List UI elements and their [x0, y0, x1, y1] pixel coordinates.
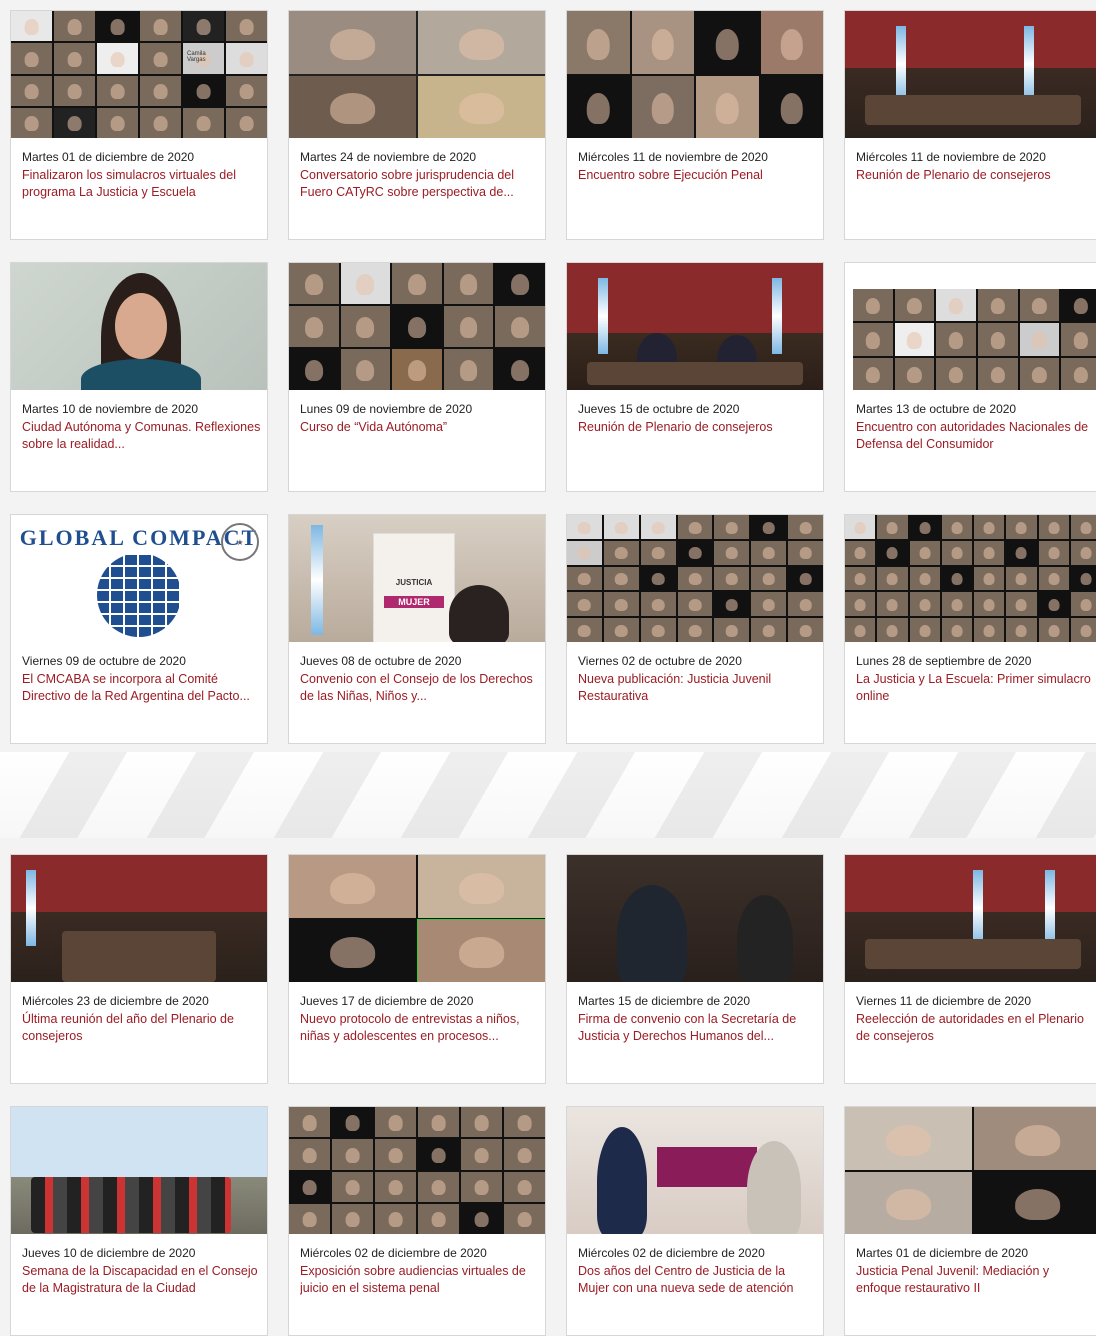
news-card[interactable]: Miércoles 23 de diciembre de 2020 Última…: [10, 854, 268, 1084]
news-date: Miércoles 02 de diciembre de 2020: [578, 1246, 765, 1260]
news-card[interactable]: JUSTICIA MUJER Jueves 08 de octubre de 20…: [288, 514, 546, 744]
news-card[interactable]: Camila Vargas Martes 01 de diciembre de …: [10, 10, 268, 240]
news-card[interactable]: Jueves 15 de octubre de 2020 Reunión de …: [566, 262, 824, 492]
news-title-link[interactable]: Exposición sobre audiencias virtuales de…: [300, 1263, 539, 1297]
news-date: Martes 24 de noviembre de 2020: [300, 150, 477, 164]
news-card[interactable]: Martes 15 de diciembre de 2020 Firma de …: [566, 854, 824, 1084]
video-call-thumbnail: [845, 1107, 1096, 1234]
signing-photo: JUSTICIA MUJER: [289, 515, 545, 642]
news-title-link[interactable]: Finalizaron los simulacros virtuales del…: [22, 167, 261, 201]
participant-name-label: Camila Vargas: [187, 51, 206, 64]
news-title-link[interactable]: Reunión de Plenario de consejeros: [856, 167, 1095, 184]
video-call-thumbnail: [289, 1107, 545, 1234]
news-card[interactable]: Martes 01 de diciembre de 2020 Justicia …: [844, 1106, 1096, 1336]
meeting-room-photo: [845, 855, 1096, 982]
news-title-link[interactable]: El CMCABA se incorpora al Comité Directi…: [22, 671, 261, 705]
news-title-link[interactable]: Curso de “Vida Autónoma”: [300, 419, 539, 436]
news-date: Lunes 09 de noviembre de 2020: [300, 402, 473, 416]
news-title-link[interactable]: Reunión de Plenario de consejeros: [578, 419, 817, 436]
news-card[interactable]: Viernes 11 de diciembre de 2020 Reelecci…: [844, 854, 1096, 1084]
global-compact-logo: GLOBAL COMPACT ★: [11, 515, 267, 642]
news-date: Miércoles 11 de noviembre de 2020: [578, 150, 768, 164]
news-card[interactable]: Miércoles 11 de noviembre de 2020 Encuen…: [566, 10, 824, 240]
news-card[interactable]: Miércoles 02 de diciembre de 2020 Exposi…: [288, 1106, 546, 1336]
news-title-link[interactable]: Nuevo protocolo de entrevistas a niños, …: [300, 1011, 539, 1045]
news-card[interactable]: Viernes 02 de octubre de 2020 Nueva publ…: [566, 514, 824, 744]
news-card[interactable]: Miércoles 11 de noviembre de 2020 Reunió…: [844, 10, 1096, 240]
news-date: Martes 10 de noviembre de 2020: [22, 402, 199, 416]
banner-badge: MUJER: [384, 596, 444, 608]
signing-photo: [567, 855, 823, 982]
news-date: Miércoles 02 de diciembre de 2020: [300, 1246, 487, 1260]
video-call-thumbnail: [289, 263, 545, 390]
news-title-link[interactable]: Conversatorio sobre jurisprudencia del F…: [300, 167, 539, 201]
video-call-thumbnail: Camila Vargas: [11, 11, 267, 138]
video-call-thumbnail: [289, 855, 545, 982]
video-call-thumbnail: [567, 11, 823, 138]
news-title-link[interactable]: Ciudad Autónoma y Comunas. Reflexiones s…: [22, 419, 261, 453]
news-title-link[interactable]: Dos años del Centro de Justicia de la Mu…: [578, 1263, 817, 1297]
news-date: Viernes 11 de diciembre de 2020: [856, 994, 1032, 1008]
video-call-thumbnail: [289, 11, 545, 138]
news-date: Martes 15 de diciembre de 2020: [578, 994, 751, 1008]
news-date: Miércoles 23 de diciembre de 2020: [22, 994, 209, 1008]
news-date: Miércoles 11 de noviembre de 2020: [856, 150, 1046, 164]
news-title-link[interactable]: Encuentro con autoridades Nacionales de …: [856, 419, 1095, 453]
news-card[interactable]: Martes 13 de octubre de 2020 Encuentro c…: [844, 262, 1096, 492]
news-title-link[interactable]: Encuentro sobre Ejecución Penal: [578, 167, 817, 184]
news-card[interactable]: Jueves 17 de diciembre de 2020 Nuevo pro…: [288, 854, 546, 1084]
news-date: Martes 01 de diciembre de 2020: [22, 150, 195, 164]
banner-label: JUSTICIA: [395, 578, 433, 587]
news-date: Martes 13 de octubre de 2020: [856, 402, 1017, 416]
news-card[interactable]: Miércoles 02 de diciembre de 2020 Dos añ…: [566, 1106, 824, 1336]
meeting-room-photo: [11, 855, 267, 982]
speaker-photo: [11, 263, 267, 390]
news-date: Jueves 17 de diciembre de 2020: [300, 994, 474, 1008]
ribbon-cutting-photo: [567, 1107, 823, 1234]
news-title-link[interactable]: La Justicia y La Escuela: Primer simulac…: [856, 671, 1095, 705]
news-card[interactable]: Lunes 09 de noviembre de 2020 Curso de “…: [288, 262, 546, 492]
outdoor-group-photo: [11, 1107, 267, 1234]
news-card[interactable]: Martes 10 de noviembre de 2020 Ciudad Au…: [10, 262, 268, 492]
meeting-room-photo: [567, 263, 823, 390]
news-date: Viernes 02 de octubre de 2020: [578, 654, 742, 668]
news-card[interactable]: Jueves 10 de diciembre de 2020 Semana de…: [10, 1106, 268, 1336]
news-title-link[interactable]: Reelección de autoridades en el Plenario…: [856, 1011, 1095, 1045]
news-date: Jueves 15 de octubre de 2020: [578, 402, 740, 416]
news-title-link[interactable]: Convenio con el Consejo de los Derechos …: [300, 671, 539, 705]
news-title-link[interactable]: Última reunión del año del Plenario de c…: [22, 1011, 261, 1045]
news-title-link[interactable]: Justicia Penal Juvenil: Mediación y enfo…: [856, 1263, 1095, 1297]
news-title-link[interactable]: Firma de convenio con la Secretaría de J…: [578, 1011, 817, 1045]
meeting-room-photo: [845, 11, 1096, 138]
news-date: Viernes 09 de octubre de 2020: [22, 654, 186, 668]
video-call-thumbnail: [845, 515, 1096, 642]
news-card[interactable]: Lunes 28 de septiembre de 2020 La Justic…: [844, 514, 1096, 744]
news-card[interactable]: Martes 24 de noviembre de 2020 Conversat…: [288, 10, 546, 240]
news-date: Jueves 10 de diciembre de 2020: [22, 1246, 196, 1260]
news-title-link[interactable]: Nueva publicación: Justicia Juvenil Rest…: [578, 671, 817, 705]
news-date: Jueves 08 de octubre de 2020: [300, 654, 462, 668]
news-date: Lunes 28 de septiembre de 2020: [856, 654, 1032, 668]
institution-seal-icon: ★: [221, 523, 259, 561]
video-call-thumbnail: [567, 515, 823, 642]
news-title-link[interactable]: Semana de la Discapacidad en el Consejo …: [22, 1263, 261, 1297]
news-card[interactable]: GLOBAL COMPACT ★ Viernes 09 de octubre d…: [10, 514, 268, 744]
video-call-thumbnail: [845, 263, 1096, 390]
decorative-divider-band: [0, 752, 1096, 838]
news-date: Martes 01 de diciembre de 2020: [856, 1246, 1029, 1260]
